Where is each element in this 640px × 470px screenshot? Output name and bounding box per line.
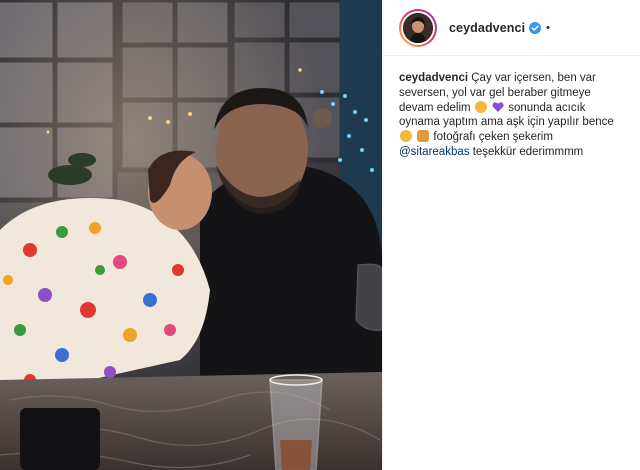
caption-text-part3: fotoğrafı çeken şekerim [433, 131, 553, 144]
star-struck-emoji-icon [400, 130, 412, 143]
grinning-face-emoji-icon [474, 100, 487, 113]
post-header: ceydadvenci • [383, 0, 640, 56]
verified-badge-icon [529, 21, 542, 34]
mention-link[interactable]: @sitareakbas [399, 146, 469, 158]
caption-username-link[interactable]: ceydadvenci [399, 72, 468, 84]
header-separator: • [546, 21, 551, 34]
username-link[interactable]: ceydadvenci [449, 21, 525, 35]
post-side-panel: ceydadvenci • ceydadvenci Çay var içerse… [382, 0, 640, 470]
caption-text-part4: teşekkür ederimmmm [472, 145, 584, 158]
purple-heart-emoji-icon [492, 101, 504, 112]
post-caption: ceydadvenci Çay var içersen, ben var sev… [383, 56, 640, 160]
avatar[interactable] [399, 8, 437, 47]
profile-photo-avatar-icon [403, 12, 433, 43]
hands-emoji-icon [417, 130, 430, 143]
couple-photo-image [0, 0, 382, 470]
post-photo[interactable] [0, 0, 382, 470]
